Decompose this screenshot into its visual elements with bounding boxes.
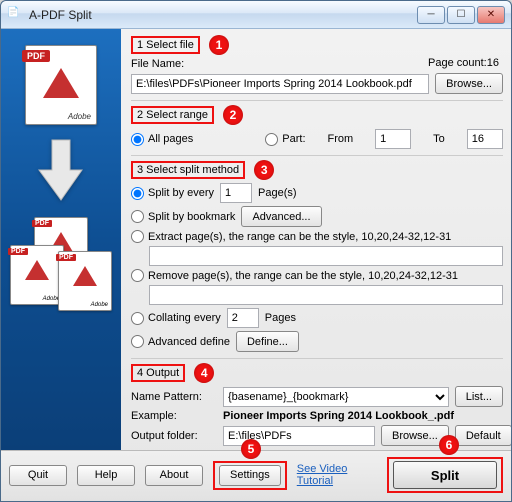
section1-header: 1 Select file xyxy=(131,36,200,54)
advanced-bookmark-button[interactable]: Advanced... xyxy=(241,206,321,227)
close-button[interactable]: ✕ xyxy=(477,6,505,24)
to-label: To xyxy=(433,133,445,145)
callout-6: 6 xyxy=(439,435,459,455)
callout-3: 3 xyxy=(254,160,274,180)
callout-1: 1 xyxy=(209,35,229,55)
section3-header: 3 Select split method xyxy=(131,161,245,179)
radio-part[interactable]: Part: xyxy=(265,133,305,146)
pdf-source-icon: Adobe xyxy=(25,45,97,125)
app-icon: 📄 xyxy=(7,7,23,23)
radio-all-pages[interactable]: All pages xyxy=(131,133,193,146)
pdf-output-stack-icon: Adobe Adobe Adobe xyxy=(6,215,116,325)
file-name-input[interactable] xyxy=(131,74,429,94)
sidebar: Adobe Adobe Adobe Adobe xyxy=(1,29,121,450)
video-tutorial-link[interactable]: See Video Tutorial xyxy=(297,463,377,487)
browse-file-button[interactable]: Browse... xyxy=(435,73,503,94)
about-button[interactable]: About xyxy=(145,465,203,486)
section2-header: 2 Select range xyxy=(131,106,214,124)
settings-highlight: Settings 5 xyxy=(213,461,287,490)
to-input[interactable] xyxy=(467,129,503,149)
file-name-label: File Name: xyxy=(131,58,203,70)
window-title: A-PDF Split xyxy=(29,8,417,22)
callout-5: 5 xyxy=(241,439,261,459)
page-count: Page count:16 xyxy=(428,57,499,69)
settings-button[interactable]: Settings xyxy=(219,465,281,486)
callout-4: 4 xyxy=(194,363,214,383)
split-button[interactable]: Split xyxy=(393,461,497,489)
define-button[interactable]: Define... xyxy=(236,331,299,352)
footer: Quit Help About Settings 5 See Video Tut… xyxy=(1,450,511,501)
example-label: Example: xyxy=(131,410,217,422)
content-pane: 1 Select file 1 Page count:16 File Name:… xyxy=(121,29,511,450)
radio-split-bookmark[interactable]: Split by bookmark xyxy=(131,210,235,223)
titlebar: 📄 A-PDF Split ─ ☐ ✕ xyxy=(1,1,511,29)
radio-split-every[interactable]: Split by every xyxy=(131,187,214,200)
name-pattern-combo[interactable]: {basename}_{bookmark} xyxy=(223,387,449,407)
radio-remove[interactable]: Remove page(s), the range can be the sty… xyxy=(131,269,458,282)
split-highlight: Split 6 xyxy=(387,457,503,493)
radio-extract[interactable]: Extract page(s), the range can be the st… xyxy=(131,230,451,243)
remove-range-input[interactable] xyxy=(149,285,503,305)
split-every-input[interactable] xyxy=(220,183,252,203)
minimize-button[interactable]: ─ xyxy=(417,6,445,24)
quit-button[interactable]: Quit xyxy=(9,465,67,486)
from-input[interactable] xyxy=(375,129,411,149)
collating-input[interactable] xyxy=(227,308,259,328)
arrow-down-icon xyxy=(36,135,86,205)
pages-suffix: Page(s) xyxy=(258,187,297,199)
extract-range-input[interactable] xyxy=(149,246,503,266)
from-label: From xyxy=(328,133,354,145)
output-folder-label: Output folder: xyxy=(131,430,217,442)
help-button[interactable]: Help xyxy=(77,465,135,486)
name-pattern-label: Name Pattern: xyxy=(131,391,217,403)
default-folder-button[interactable]: Default xyxy=(455,425,511,446)
app-window: 📄 A-PDF Split ─ ☐ ✕ Adobe Adobe xyxy=(0,0,512,502)
radio-advanced-define[interactable]: Advanced define xyxy=(131,335,230,348)
example-value: Pioneer Imports Spring 2014 Lookbook_.pd… xyxy=(223,410,454,422)
section4-header: 4 Output xyxy=(131,364,185,382)
callout-2: 2 xyxy=(223,105,243,125)
maximize-button[interactable]: ☐ xyxy=(447,6,475,24)
radio-collating[interactable]: Collating every xyxy=(131,312,221,325)
collating-suffix: Pages xyxy=(265,312,296,324)
list-button[interactable]: List... xyxy=(455,386,503,407)
